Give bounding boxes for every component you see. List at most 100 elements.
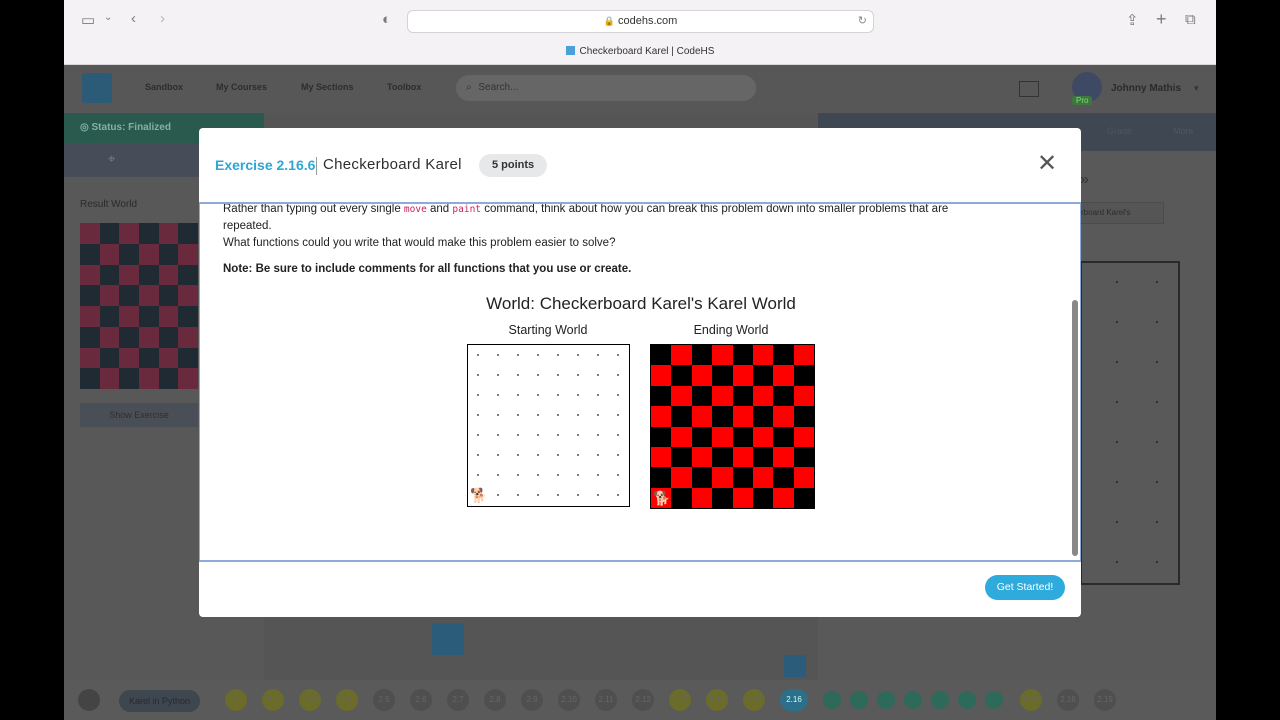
instructions-content[interactable]: Rather than typing out every single move… bbox=[199, 202, 1081, 562]
board-cell bbox=[119, 326, 139, 348]
back-icon[interactable]: ‹ bbox=[131, 10, 136, 27]
board-cell bbox=[138, 326, 159, 348]
board-cell bbox=[691, 345, 713, 366]
lesson-dot[interactable]: 2.18 bbox=[1057, 689, 1079, 711]
codehs-logo-icon[interactable] bbox=[82, 73, 112, 103]
search-icon: ⌕ bbox=[466, 82, 472, 93]
board-cell bbox=[158, 285, 179, 306]
lesson-dot[interactable]: 2.8 bbox=[484, 689, 506, 711]
activity-icon[interactable] bbox=[877, 691, 895, 709]
world-select[interactable]: rboard Karel's bbox=[1080, 202, 1164, 224]
lesson-dot[interactable]: 2.6 bbox=[410, 689, 432, 711]
activity-icon[interactable] bbox=[850, 691, 868, 709]
nav-toolbox[interactable]: Toolbox bbox=[387, 82, 421, 92]
chevron-down-icon[interactable]: ▾ bbox=[1194, 83, 1199, 94]
activity-icon[interactable] bbox=[931, 691, 949, 709]
user-name[interactable]: Johnny Mathis bbox=[1111, 83, 1181, 94]
browser-toolbar: ▭ ⌄ ‹ › ◐ 🔒 codehs.com ↻ ⇪ + ⧉ Checkerbo… bbox=[64, 0, 1216, 65]
scrollbar[interactable] bbox=[1072, 204, 1078, 560]
lesson-dot[interactable]: 2.16 bbox=[780, 689, 808, 711]
lesson-dot[interactable]: 2.17 bbox=[1020, 689, 1042, 711]
board-cell bbox=[752, 487, 774, 508]
new-tab-icon[interactable]: + bbox=[1156, 9, 1167, 30]
scrollbar-thumb[interactable] bbox=[1072, 300, 1078, 556]
window-icon[interactable] bbox=[1019, 81, 1039, 97]
title-divider bbox=[316, 157, 317, 175]
instructions-paragraph: Rather than typing out every single move… bbox=[223, 204, 948, 215]
reload-icon[interactable]: ↻ bbox=[858, 11, 867, 32]
lesson-dot[interactable]: 2.9 bbox=[521, 689, 543, 711]
lesson-dot[interactable]: 2.12 bbox=[632, 689, 654, 711]
lesson-dot[interactable]: 2.13 bbox=[669, 689, 691, 711]
grid-dot bbox=[577, 414, 579, 416]
home-icon[interactable] bbox=[78, 689, 100, 711]
lesson-dot[interactable]: 2.2 bbox=[262, 689, 284, 711]
grid-dot bbox=[557, 394, 559, 396]
lesson-bar: Karel in Python 2.1 2.2 2.3 2.4 2.5 2.6 2.7 2.8… bbox=[64, 680, 1216, 720]
grid-dot bbox=[577, 374, 579, 376]
lesson-dot[interactable]: 2.7 bbox=[447, 689, 469, 711]
board-cell bbox=[80, 347, 100, 369]
grid-dot bbox=[537, 494, 539, 496]
lesson-dot[interactable]: 2.5 bbox=[373, 689, 395, 711]
grid-dot bbox=[617, 414, 619, 416]
grid-dot bbox=[537, 414, 539, 416]
board-cell bbox=[158, 306, 179, 327]
tabs-overview-icon[interactable]: ⧉ bbox=[1185, 11, 1196, 28]
activity-icon[interactable] bbox=[904, 691, 922, 709]
nav-my-courses[interactable]: My Courses bbox=[216, 82, 267, 92]
lesson-dot[interactable]: 2.3 bbox=[299, 689, 321, 711]
collapse-button[interactable] bbox=[432, 623, 464, 655]
grid-dot bbox=[1116, 521, 1118, 523]
grid-dot bbox=[517, 494, 519, 496]
tab-grade[interactable]: Grade bbox=[1107, 126, 1132, 136]
grid-dot bbox=[537, 454, 539, 456]
board-cell bbox=[119, 285, 139, 306]
expand-button[interactable] bbox=[784, 655, 806, 677]
map-icon[interactable]: ⌖ bbox=[108, 151, 115, 167]
lesson-dot[interactable]: 2.1 bbox=[225, 689, 247, 711]
chevron-down-icon[interactable]: ⌄ bbox=[104, 12, 112, 23]
share-icon[interactable]: ⇪ bbox=[1126, 11, 1139, 29]
search-input[interactable]: ⌕ Search... bbox=[456, 75, 756, 101]
board-cell bbox=[671, 487, 692, 508]
tab-more[interactable]: More bbox=[1173, 126, 1194, 136]
nav-my-sections[interactable]: My Sections bbox=[301, 82, 354, 92]
lesson-dot[interactable]: 2.14 bbox=[706, 689, 728, 711]
grid-dot bbox=[557, 354, 559, 356]
lesson-dot[interactable]: 2.4 bbox=[336, 689, 358, 711]
lesson-dot[interactable]: 2.19 bbox=[1094, 689, 1116, 711]
activity-icon[interactable] bbox=[958, 691, 976, 709]
activity-icon[interactable] bbox=[985, 691, 1003, 709]
grid-dot bbox=[597, 354, 599, 356]
fast-forward-icon[interactable]: » bbox=[1080, 171, 1089, 189]
grid-dot bbox=[477, 394, 479, 396]
url-bar[interactable]: 🔒 codehs.com ↻ bbox=[407, 10, 874, 33]
show-exercise-button[interactable]: Show Exercise bbox=[80, 403, 198, 427]
grid-dot bbox=[497, 474, 499, 476]
activity-icon[interactable] bbox=[823, 691, 841, 709]
lesson-dot[interactable]: 2.11 bbox=[595, 689, 617, 711]
close-icon[interactable]: ✕ bbox=[1037, 152, 1057, 176]
board-cell bbox=[732, 487, 753, 508]
sidebar-toggle-icon[interactable]: ▭ bbox=[81, 11, 95, 29]
board-cell bbox=[99, 326, 120, 348]
lesson-dot[interactable]: 2.10 bbox=[558, 689, 580, 711]
ending-world: 🐕 bbox=[650, 344, 815, 509]
forward-icon[interactable]: › bbox=[160, 10, 165, 27]
grid-dot bbox=[617, 474, 619, 476]
board-cell bbox=[793, 385, 814, 407]
grid-dot bbox=[597, 374, 599, 376]
breadcrumb[interactable]: Karel in Python bbox=[119, 690, 201, 712]
board-cell bbox=[732, 467, 753, 488]
check-icon: ◎ bbox=[80, 122, 89, 133]
nav-sandbox[interactable]: Sandbox bbox=[145, 82, 183, 92]
board-cell bbox=[773, 345, 794, 366]
board-cell bbox=[752, 467, 774, 488]
grid-dot bbox=[477, 374, 479, 376]
get-started-button[interactable]: Get Started! bbox=[985, 575, 1065, 600]
board-cell bbox=[119, 223, 139, 244]
tab[interactable]: Checkerboard Karel | CodeHS bbox=[64, 46, 1216, 57]
lesson-dot[interactable]: 2.15 bbox=[743, 689, 765, 711]
board-cell bbox=[712, 385, 733, 407]
